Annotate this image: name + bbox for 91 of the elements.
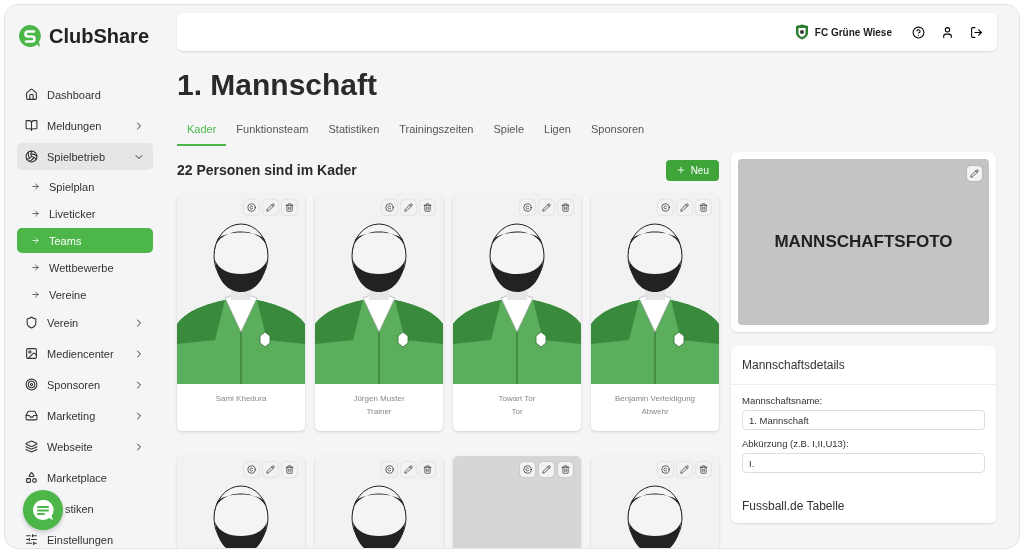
photo-label: MANNSCHAFTSFOTO — [774, 232, 953, 252]
shield-icon — [25, 316, 38, 329]
player-name: Benjamin Verteidigung — [614, 394, 696, 403]
arrow-icon — [31, 263, 40, 272]
help-icon[interactable] — [912, 25, 925, 39]
page-title: 1. Mannschaft — [177, 68, 379, 102]
copyright-button[interactable] — [244, 462, 259, 477]
copyright-button[interactable] — [658, 462, 673, 477]
sidebar-item[interactable]: stiken — [17, 495, 153, 522]
edit-button[interactable] — [677, 462, 692, 477]
arrow-icon — [31, 182, 40, 191]
sidebar-item[interactable]: Meldungen — [17, 112, 153, 139]
sidebar-item[interactable]: Sponsoren — [17, 371, 153, 398]
arrow-icon — [31, 236, 40, 245]
tab[interactable]: Ligen — [534, 120, 581, 146]
input-field[interactable]: I. — [742, 453, 985, 473]
ball-icon — [25, 150, 38, 163]
player-card[interactable]: Benjamin Verteidigung Abwehr — [591, 194, 719, 431]
plus-icon — [675, 165, 686, 175]
sidebar-subitem[interactable]: Spielplan — [17, 174, 153, 199]
logout-icon[interactable] — [970, 25, 983, 39]
edit-button[interactable] — [677, 200, 692, 215]
section-title: Fussball.de Tabelle — [742, 499, 846, 513]
edit-button[interactable] — [539, 200, 554, 215]
sidebar-item[interactable]: Spielbetrieb — [17, 143, 153, 170]
club-crest-icon — [794, 24, 809, 40]
delete-button[interactable] — [282, 200, 297, 215]
sidebar-subitem[interactable]: Liveticker — [17, 201, 153, 226]
delete-button[interactable] — [282, 462, 297, 477]
edit-button[interactable] — [401, 462, 416, 477]
brand-name: ClubShare — [49, 24, 150, 48]
copyright-button[interactable] — [382, 462, 397, 477]
sidebar-subitem[interactable]: Vereine — [17, 282, 153, 307]
sidebar-item[interactable]: Marketing — [17, 402, 153, 429]
sidebar-item[interactable]: Dashboard — [17, 81, 153, 108]
sidebar-item[interactable]: Marketplace — [17, 464, 153, 491]
player-role: Abwehr — [641, 407, 669, 416]
tab[interactable]: Trainingszeiten — [389, 120, 484, 146]
copyright-button[interactable] — [244, 200, 259, 215]
tab[interactable]: Spiele — [483, 120, 535, 146]
book-icon — [25, 119, 38, 132]
club-name[interactable]: FC Grüne Wiese — [814, 26, 892, 38]
arrow-icon — [31, 290, 40, 299]
tab[interactable]: Funktionsteam — [226, 120, 319, 146]
copyright-button[interactable] — [520, 462, 535, 477]
copyright-button[interactable] — [382, 200, 397, 215]
sidebar-item[interactable]: Einstellungen — [17, 526, 153, 548]
layers-icon — [25, 440, 38, 453]
delete-button[interactable] — [558, 200, 573, 215]
home-icon — [25, 88, 38, 101]
delete-button[interactable] — [558, 462, 573, 477]
player-role: Tor — [511, 407, 523, 416]
target-icon — [25, 378, 38, 391]
arrow-icon — [31, 209, 40, 218]
player-name: Towart Tor — [498, 394, 536, 403]
sidebar-item[interactable]: Mediencenter — [17, 340, 153, 367]
input-field[interactable]: 1. Mannschaft — [742, 410, 985, 430]
edit-button[interactable] — [263, 462, 278, 477]
user-icon[interactable] — [941, 25, 954, 39]
edit-button[interactable] — [539, 462, 554, 477]
sidebar-item[interactable]: Verein — [17, 309, 153, 336]
player-card[interactable]: Towart Tor Tor — [453, 194, 581, 431]
sidebar-subitem[interactable]: Wettbewerbe — [17, 255, 153, 280]
copyright-button[interactable] — [520, 200, 535, 215]
player-role: Trainer — [366, 407, 392, 416]
field-label: Mannschaftsname: — [742, 395, 824, 406]
edit-button[interactable] — [967, 166, 982, 181]
edit-button[interactable] — [401, 200, 416, 215]
delete-button[interactable] — [696, 462, 711, 477]
delete-button[interactable] — [420, 200, 435, 215]
player-name: Jürgen Muster — [353, 394, 405, 403]
tab[interactable]: Statistiken — [318, 120, 390, 146]
copyright-button[interactable] — [658, 200, 673, 215]
inbox-icon — [25, 409, 38, 422]
shapes-icon — [25, 471, 38, 484]
player-name: Sami Khedura — [215, 394, 267, 403]
squad-heading: 22 Personen sind im Kader — [177, 162, 357, 178]
sidebar-item[interactable]: Webseite — [17, 433, 153, 460]
tab[interactable]: Sponsoren — [580, 120, 655, 146]
logo-icon — [17, 23, 43, 49]
delete-button[interactable] — [696, 200, 711, 215]
delete-button[interactable] — [420, 462, 435, 477]
chat-icon — [31, 498, 55, 522]
image-icon — [25, 347, 38, 360]
sliders-icon — [25, 533, 38, 546]
player-card[interactable]: Sami Khedura — [177, 194, 305, 431]
edit-button[interactable] — [263, 200, 278, 215]
card-title: Mannschaftsdetails — [731, 346, 996, 385]
field-label: Abkürzung (z.B. I,II,U13): — [742, 438, 850, 449]
player-card[interactable]: Jürgen Muster Trainer — [315, 194, 443, 431]
chat-button[interactable] — [23, 490, 63, 530]
